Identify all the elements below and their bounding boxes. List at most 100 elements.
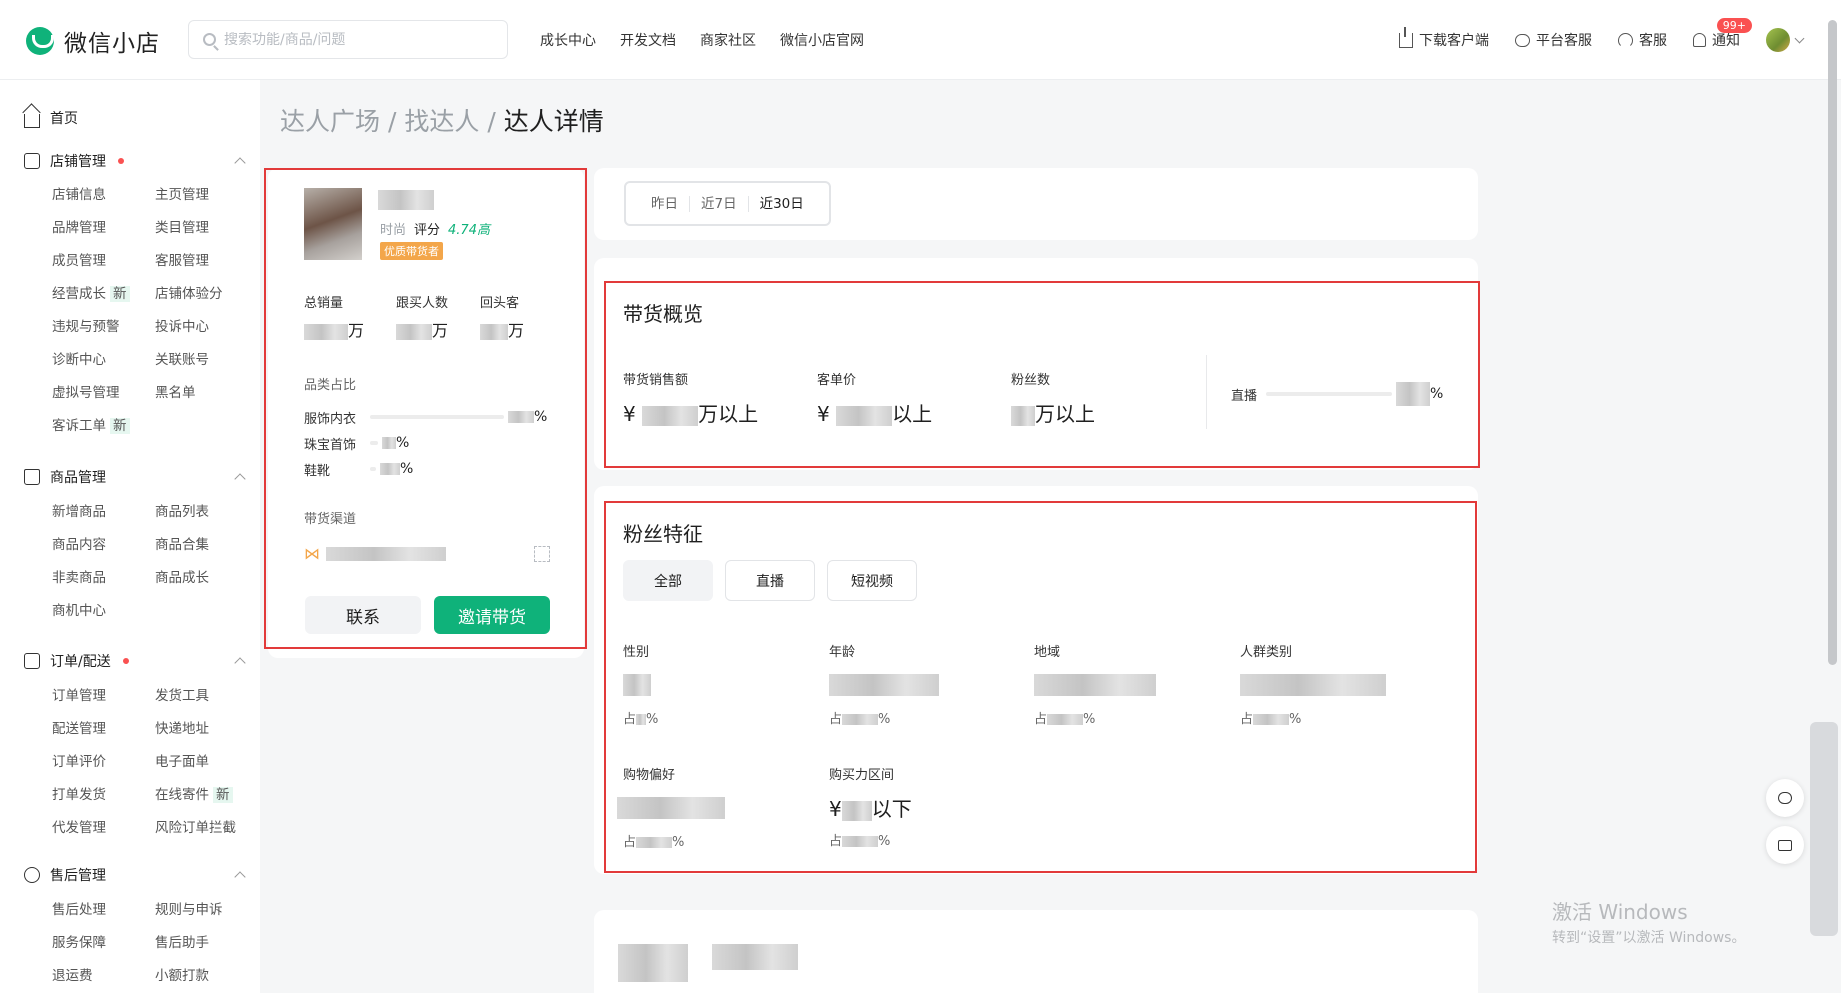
metric-label: 粉丝数 bbox=[1011, 373, 1051, 388]
sidebar-item-product-content[interactable]: 商品内容 bbox=[52, 534, 155, 567]
home-icon bbox=[24, 113, 40, 128]
blurred-value bbox=[841, 800, 872, 821]
search-box[interactable] bbox=[188, 20, 508, 59]
chevron-up-icon[interactable] bbox=[234, 871, 246, 883]
sidebar-item-non-sale[interactable]: 非卖商品 bbox=[52, 567, 155, 600]
sidebar-item-linked-accounts[interactable]: 关联账号 bbox=[155, 349, 258, 382]
chevron-up-icon[interactable] bbox=[234, 473, 246, 485]
sidebar-item-member-mgmt[interactable]: 成员管理 bbox=[52, 250, 155, 283]
fans-tab-short-video[interactable]: 短视频 bbox=[827, 560, 917, 601]
sidebar-group-title: 店铺管理 bbox=[50, 154, 106, 170]
fans-tab-all[interactable]: 全部 bbox=[623, 560, 713, 601]
sidebar-item-print-ship[interactable]: 打单发货 bbox=[52, 784, 155, 817]
sidebar-item-order-mgmt[interactable]: 订单管理 bbox=[52, 685, 155, 718]
invite-button[interactable]: 邀请带货 bbox=[434, 596, 550, 634]
metric-sales: 带货销售额 ¥ 万以上 bbox=[623, 369, 793, 427]
sidebar-group-aftersale-header[interactable]: 售后管理 bbox=[24, 864, 246, 886]
sidebar-item-product-collection[interactable]: 商品合集 bbox=[155, 534, 258, 567]
service-button[interactable]: 客服 bbox=[1618, 30, 1667, 50]
chevron-up-icon[interactable] bbox=[234, 157, 246, 169]
sidebar-item-rules-appeal[interactable]: 规则与申诉 bbox=[155, 899, 258, 932]
chevron-up-icon[interactable] bbox=[234, 657, 246, 669]
breadcrumb-creator-square[interactable]: 达人广场 bbox=[280, 107, 380, 136]
blurred-value bbox=[396, 323, 433, 340]
period-30days[interactable]: 近30日 bbox=[749, 196, 815, 212]
nav-merchant-community[interactable]: 商家社区 bbox=[700, 30, 756, 50]
breadcrumb-current: 达人详情 bbox=[503, 107, 604, 136]
sidebar-item-shipping-tool[interactable]: 发货工具 bbox=[155, 685, 258, 718]
metric-suffix: 万以上 bbox=[698, 402, 759, 426]
sidebar-item-product-growth[interactable]: 商品成长 bbox=[155, 567, 258, 600]
sidebar-group-order-header[interactable]: 订单/配送 bbox=[24, 650, 246, 672]
sidebar-group-aftersale: 售后管理 售后处理 规则与申诉 服务保障 售后助手 退运费 小额打款 bbox=[24, 864, 246, 993]
sidebar-item-return-shipping[interactable]: 退运费 bbox=[52, 965, 155, 993]
blurred-value bbox=[1011, 405, 1035, 426]
sidebar-item-new-product[interactable]: 新增商品 bbox=[52, 501, 155, 534]
sidebar-item-cs-mgmt[interactable]: 客服管理 bbox=[155, 250, 258, 283]
nav-official-site[interactable]: 微信小店官网 bbox=[780, 30, 864, 50]
sidebar-item-order-review[interactable]: 订单评价 bbox=[52, 751, 155, 784]
percent-sign: % bbox=[672, 835, 685, 850]
sidebar-item-complaint-ticket[interactable]: 客诉工单新 bbox=[52, 415, 155, 448]
sidebar-item-opportunity[interactable]: 商机中心 bbox=[52, 600, 155, 633]
search-input[interactable] bbox=[224, 31, 484, 48]
feedback-float-button[interactable] bbox=[1766, 826, 1804, 864]
fans-tab-live[interactable]: 直播 bbox=[725, 560, 815, 601]
sidebar-item-small-payment[interactable]: 小额打款 bbox=[155, 965, 258, 993]
blurred-value bbox=[842, 836, 879, 847]
qrcode-icon[interactable] bbox=[534, 545, 550, 562]
sidebar-item-homepage-mgmt[interactable]: 主页管理 bbox=[155, 184, 258, 217]
headset-icon bbox=[24, 867, 40, 883]
percent-sign: % bbox=[878, 834, 891, 849]
stat-total-sales: 总销量 万 bbox=[304, 292, 364, 341]
nav-dev-docs[interactable]: 开发文档 bbox=[620, 30, 676, 50]
blurred-value bbox=[1253, 714, 1290, 725]
period-yesterday[interactable]: 昨日 bbox=[640, 195, 690, 212]
sidebar-group-store-header[interactable]: 店铺管理 bbox=[24, 150, 246, 172]
sidebar-item-service-guarantee[interactable]: 服务保障 bbox=[52, 932, 155, 965]
sidebar-item-product-list[interactable]: 商品列表 bbox=[155, 501, 258, 534]
account-menu[interactable] bbox=[1766, 28, 1805, 52]
scrollbar[interactable] bbox=[1828, 20, 1837, 665]
period-7days[interactable]: 近7日 bbox=[690, 195, 749, 212]
sidebar-group-product-header[interactable]: 商品管理 bbox=[24, 466, 246, 488]
sidebar-item-violation[interactable]: 违规与预警 bbox=[52, 316, 155, 349]
download-client-button[interactable]: 下载客户端 bbox=[1399, 26, 1489, 50]
breadcrumb-find-creator[interactable]: 找达人 bbox=[404, 107, 479, 136]
sidebar-item-blacklist[interactable]: 黑名单 bbox=[155, 382, 258, 415]
sidebar-item-aftersale-handle[interactable]: 售后处理 bbox=[52, 899, 155, 932]
sidebar-item-dropship[interactable]: 代发管理 bbox=[52, 817, 155, 850]
channel-name bbox=[326, 546, 446, 561]
contact-button[interactable]: 联系 bbox=[305, 596, 421, 634]
category-row: 珠宝首饰 % bbox=[304, 430, 554, 456]
category-row: 服饰内衣 % bbox=[304, 404, 554, 430]
sidebar-item-category-mgmt[interactable]: 类目管理 bbox=[155, 217, 258, 250]
sidebar-item-growth[interactable]: 经营成长新 bbox=[52, 283, 155, 316]
sidebar-item-online-send[interactable]: 在线寄件新 bbox=[155, 784, 258, 817]
chat-float-button[interactable] bbox=[1766, 779, 1804, 817]
sidebar-item-brand-mgmt[interactable]: 品牌管理 bbox=[52, 217, 155, 250]
share-prefix: 占 bbox=[829, 712, 843, 727]
sidebar-item-risk-order[interactable]: 风险订单拦截 bbox=[155, 817, 258, 850]
sidebar-item-home[interactable]: 首页 bbox=[24, 108, 78, 128]
notification-button[interactable]: 通知 99+ bbox=[1693, 18, 1752, 50]
category-bar bbox=[370, 415, 504, 419]
share-prefix: 占 bbox=[1240, 712, 1254, 727]
sidebar-item-store-info[interactable]: 店铺信息 bbox=[52, 184, 155, 217]
sidebar-item-delivery-mgmt[interactable]: 配送管理 bbox=[52, 718, 155, 751]
sidebar-item-courier-address[interactable]: 快递地址 bbox=[155, 718, 258, 751]
platform-service-button[interactable]: 平台客服 bbox=[1515, 30, 1592, 50]
sidebar-item-experience-score[interactable]: 店铺体验分 bbox=[155, 283, 258, 316]
sidebar-item-virtual-number[interactable]: 虚拟号管理 bbox=[52, 382, 155, 415]
sidebar-item-aftersale-assistant[interactable]: 售后助手 bbox=[155, 932, 258, 965]
sidebar-item-e-waybill[interactable]: 电子面单 bbox=[155, 751, 258, 784]
logo[interactable]: 微信小店 bbox=[26, 24, 160, 58]
service-label: 客服 bbox=[1639, 33, 1667, 49]
fans-attr-age: 年龄 占% bbox=[829, 641, 939, 727]
system-monitor-widget[interactable] bbox=[1810, 722, 1838, 936]
blurred-value bbox=[842, 714, 879, 725]
sidebar-item-diagnosis[interactable]: 诊断中心 bbox=[52, 349, 155, 382]
creator-avatar[interactable] bbox=[304, 188, 362, 260]
sidebar-item-complaint-center[interactable]: 投诉中心 bbox=[155, 316, 258, 349]
nav-growth-center[interactable]: 成长中心 bbox=[540, 30, 596, 50]
